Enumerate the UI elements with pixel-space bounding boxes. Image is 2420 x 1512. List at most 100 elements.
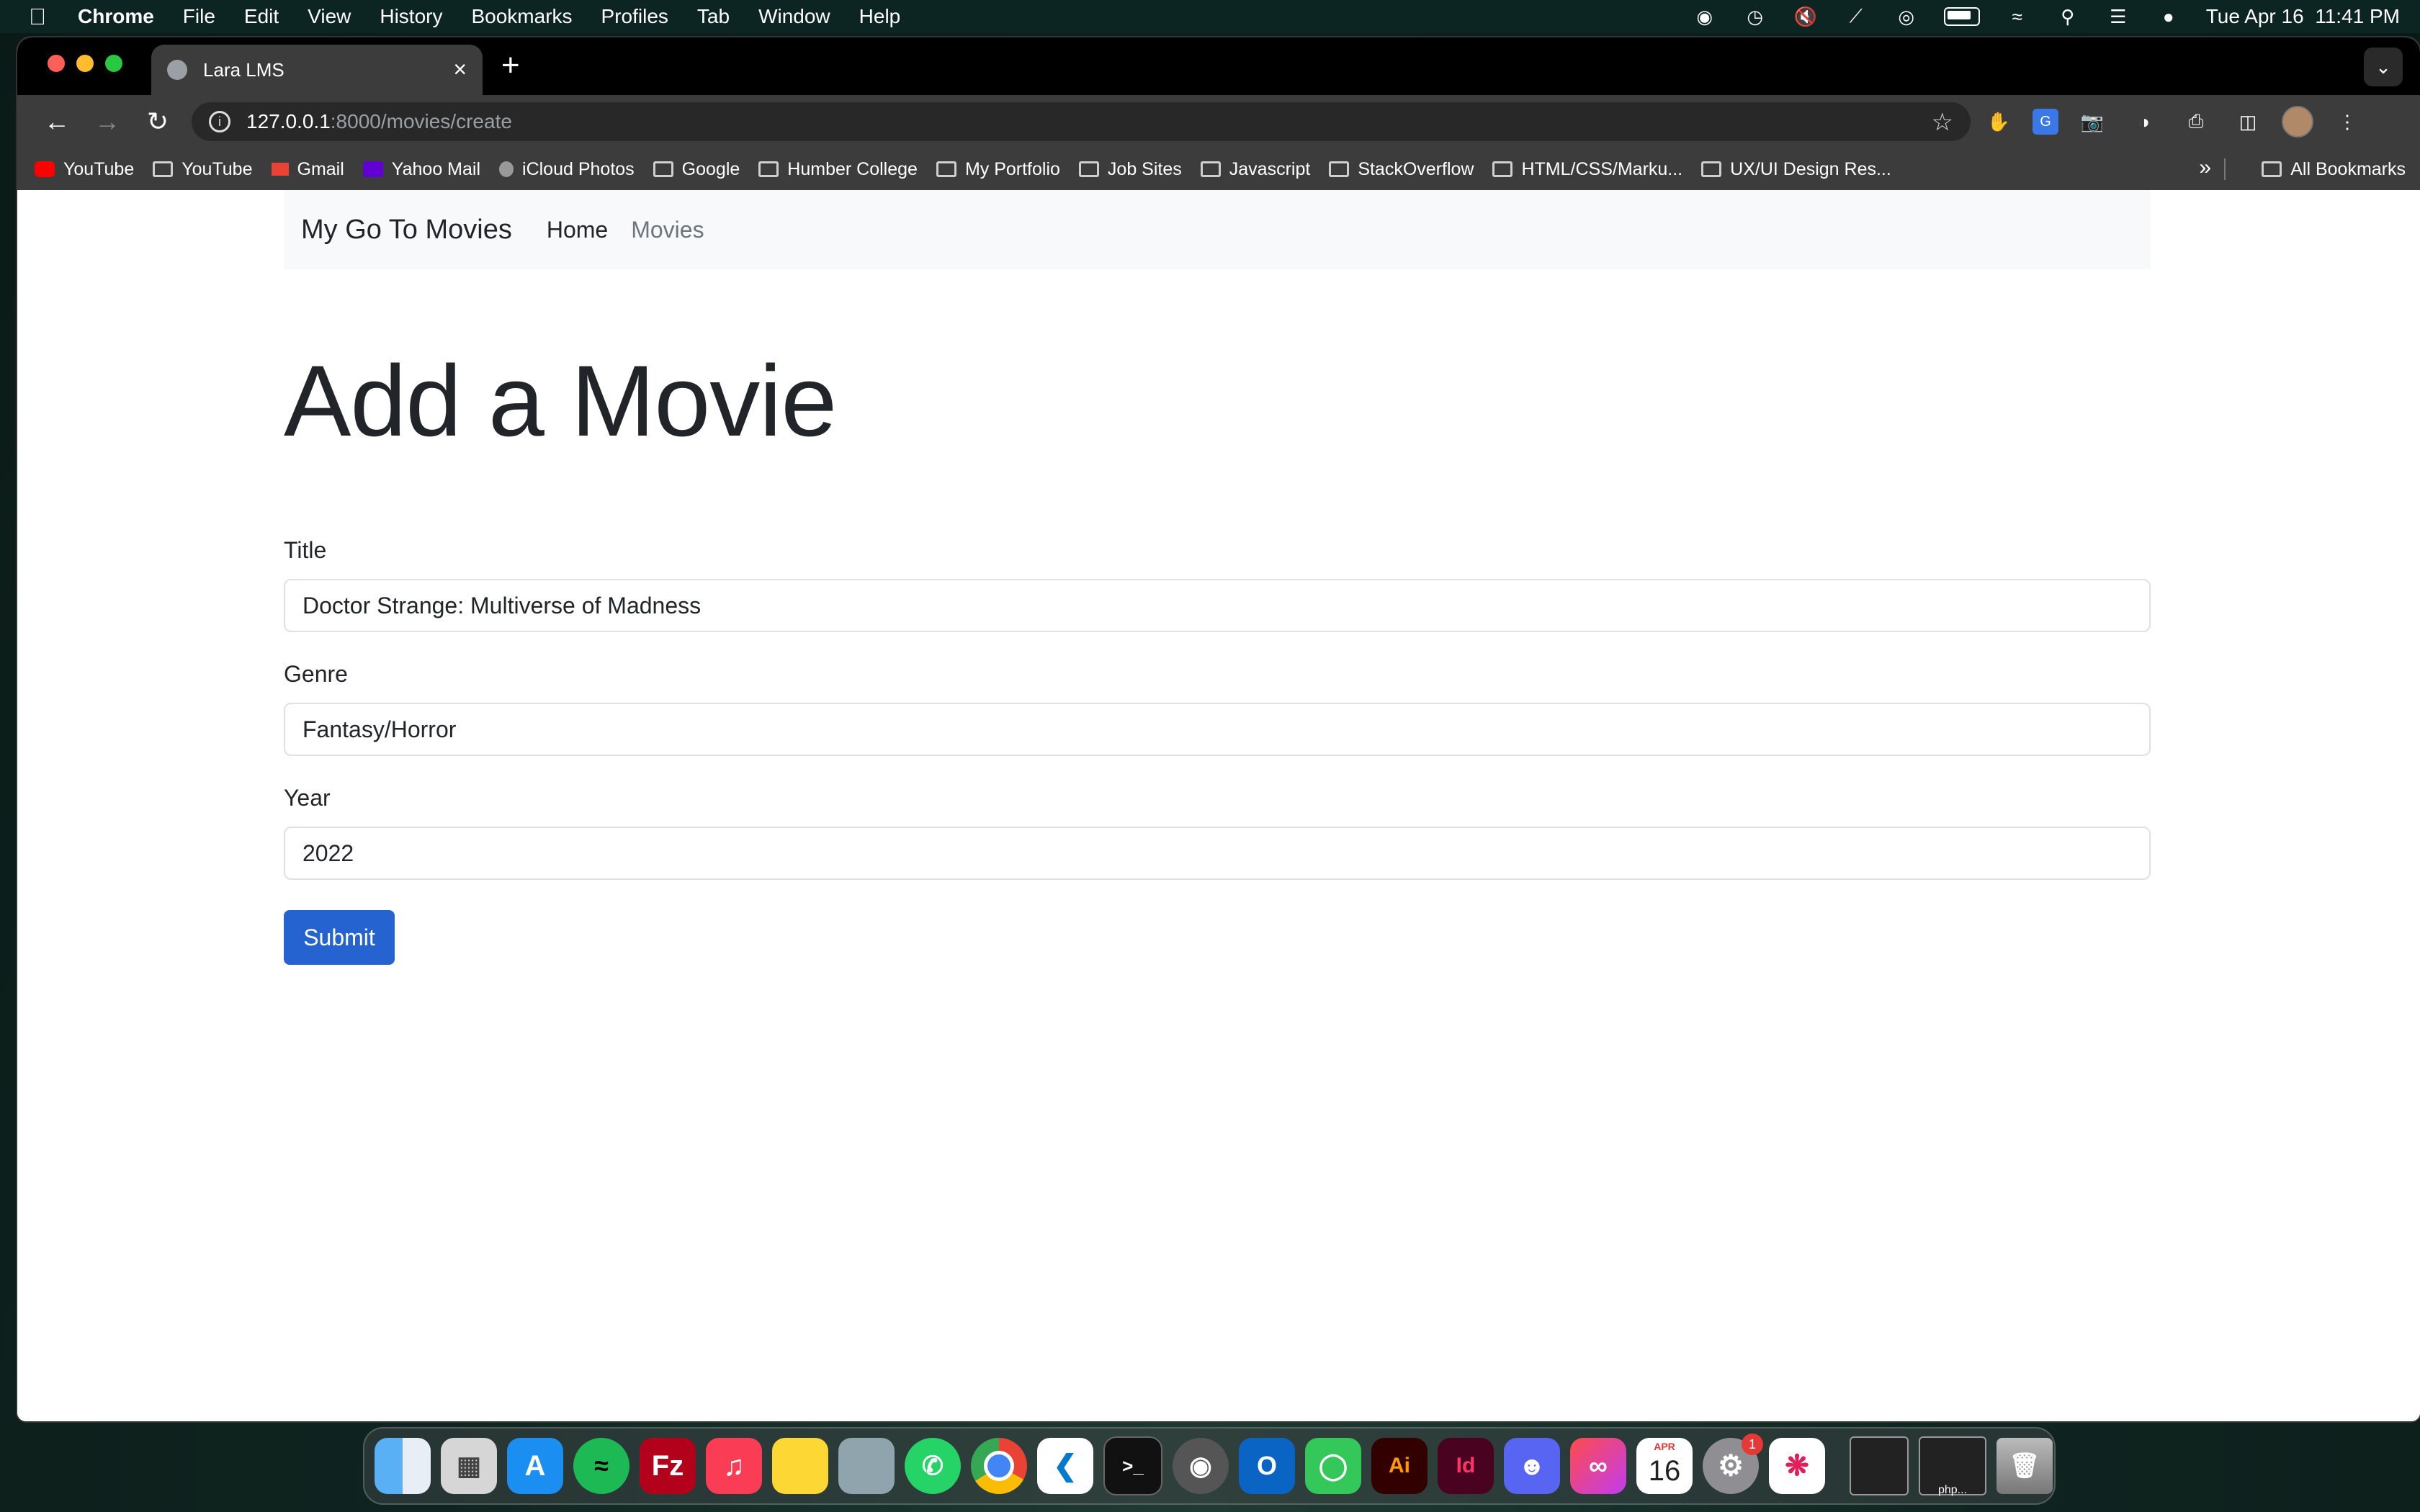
filezilla-icon[interactable]: Fz <box>640 1438 696 1494</box>
time-machine-icon[interactable]: ◷ <box>1742 6 1768 27</box>
battery-icon[interactable] <box>1943 7 1980 26</box>
creative-cloud-app-icon[interactable]: ∞ <box>1570 1438 1626 1494</box>
bookmark-folder-ux-ui[interactable]: UX/UI Design Res... <box>1701 159 1891 180</box>
mute-icon[interactable]: 🔇 <box>1793 6 1819 27</box>
bookmarks-overflow-chevron-icon[interactable]: » <box>2199 156 2211 180</box>
menu-bookmarks[interactable]: Bookmarks <box>471 5 572 28</box>
bookmark-gmail[interactable]: Gmail <box>271 158 344 180</box>
tableplus-icon[interactable]: ◉ <box>1173 1438 1229 1494</box>
airdrop-icon[interactable]: ◎ <box>1894 6 1919 27</box>
menu-file[interactable]: File <box>183 5 215 28</box>
pen-icon[interactable]: ⟋ <box>1843 5 1869 27</box>
calendar-icon[interactable]: APR 16 <box>1636 1438 1693 1494</box>
title-input[interactable]: Doctor Strange: Multiverse of Madness <box>284 579 2151 632</box>
menu-profiles[interactable]: Profiles <box>601 5 668 28</box>
menu-window[interactable]: Window <box>758 5 830 28</box>
siri-icon[interactable]: ● <box>2156 6 2182 27</box>
bookmark-folder-humber[interactable]: Humber College <box>758 159 918 180</box>
genre-label: Genre <box>284 661 348 687</box>
google-translate-icon[interactable]: G <box>2033 109 2058 135</box>
notes-icon[interactable] <box>772 1438 828 1494</box>
profile-avatar[interactable] <box>2282 106 2313 138</box>
tab-search-chevron-icon[interactable]: ⌄ <box>2364 48 2403 86</box>
bookmark-yahoo-mail[interactable]: Yahoo Mail <box>362 159 480 180</box>
creative-cloud-icon[interactable]: ◉ <box>1692 6 1718 27</box>
bookmark-folder-google[interactable]: Google <box>653 159 740 180</box>
bookmark-folder-stackoverflow[interactable]: StackOverflow <box>1329 159 1474 180</box>
preview-icon[interactable] <box>838 1438 895 1494</box>
spotlight-search-icon[interactable]: ⚲ <box>2055 6 2081 27</box>
nav-home-link[interactable]: Home <box>547 217 608 243</box>
vscode-icon[interactable]: ❮ <box>1037 1438 1093 1494</box>
close-window-button[interactable] <box>48 55 65 72</box>
reload-icon[interactable]: ↻ <box>133 107 183 137</box>
messages-icon[interactable]: ◯ <box>1305 1438 1361 1494</box>
site-info-icon[interactable]: i <box>209 111 230 132</box>
extensions-puzzle-icon[interactable]: ◫ <box>2230 104 2266 140</box>
menu-view[interactable]: View <box>308 5 351 28</box>
bookmark-folder-portfolio[interactable]: My Portfolio <box>936 159 1060 180</box>
launchpad-icon[interactable]: ▦ <box>441 1438 497 1494</box>
bookmark-star-icon[interactable]: ☆ <box>1932 108 1953 137</box>
more-menu-icon[interactable]: ⋮ <box>2329 104 2365 140</box>
bookmark-youtube[interactable]: YouTube <box>35 159 134 180</box>
music-icon[interactable]: ♫ <box>706 1438 762 1494</box>
address-bar[interactable]: i 127.0.0.1:8000/movies/create ☆ <box>192 102 1971 141</box>
menu-history[interactable]: History <box>380 5 442 28</box>
close-tab-icon[interactable]: × <box>453 56 467 83</box>
camera-icon[interactable]: 📷 <box>2074 104 2110 140</box>
dark-mode-icon[interactable]: ◑ <box>2126 104 2162 140</box>
indesign-icon[interactable]: Id <box>1438 1438 1494 1494</box>
zoom-window-button[interactable] <box>105 55 122 72</box>
apple-menu-icon[interactable]:  <box>19 4 56 30</box>
submit-button[interactable]: Submit <box>284 910 395 965</box>
browser-window: Lara LMS × + ⌄ ← → ↻ i 127.0.0.1:8000/mo… <box>17 37 2420 1421</box>
minimize-window-button[interactable] <box>76 55 94 72</box>
window-thumbnail-icon[interactable] <box>1850 1436 1909 1495</box>
wifi-icon[interactable]: ≈ <box>2004 6 2030 27</box>
bookmark-label: YouTube <box>182 158 253 179</box>
whatsapp-icon[interactable]: ✆ <box>905 1438 961 1494</box>
web-page: My Go To Movies Home Movies Add a Movie … <box>17 190 2420 1421</box>
terminal-icon[interactable]: >_ <box>1103 1436 1162 1495</box>
forward-arrow-icon[interactable]: → <box>82 107 133 137</box>
menu-help[interactable]: Help <box>859 5 901 28</box>
new-tab-button[interactable]: + <box>501 48 520 84</box>
bookmark-folder-html-css[interactable]: HTML/CSS/Marku... <box>1492 159 1682 180</box>
all-bookmarks[interactable]: All Bookmarks <box>2262 148 2406 190</box>
finder-icon[interactable] <box>375 1438 431 1494</box>
year-input[interactable]: 2022 <box>284 827 2151 880</box>
system-settings-icon[interactable]: ⚙ 1 <box>1703 1434 1763 1494</box>
control-center-icon[interactable]: ☰ <box>2105 6 2131 27</box>
site-brand[interactable]: My Go To Movies <box>301 215 512 246</box>
menu-tab[interactable]: Tab <box>697 5 730 28</box>
calendar-month: APR <box>1654 1441 1675 1452</box>
discord-icon[interactable]: ☻ <box>1504 1438 1560 1494</box>
menu-edit[interactable]: Edit <box>244 5 279 28</box>
bookmark-label: YouTube <box>63 158 135 179</box>
adblock-hand-icon[interactable]: ✋ <box>1981 104 2017 140</box>
print-icon[interactable]: ⎙ <box>2178 104 2214 140</box>
back-arrow-icon[interactable]: ← <box>32 107 82 137</box>
folder-icon <box>2262 161 2282 177</box>
bookmark-label: Javascript <box>1229 158 1311 179</box>
terminal-thumbnail-icon[interactable]: php... <box>1919 1436 1986 1496</box>
nav-movies-link[interactable]: Movies <box>631 217 704 243</box>
folder-icon <box>1078 161 1099 177</box>
bookmark-folder-job-sites[interactable]: Job Sites <box>1078 159 1182 180</box>
spotify-icon[interactable]: ≈ <box>573 1438 629 1494</box>
trash-icon[interactable]: 🗑 <box>1996 1438 2053 1494</box>
slack-icon[interactable]: ❋ <box>1769 1438 1825 1494</box>
bookmark-folder-javascript[interactable]: Javascript <box>1200 158 1311 180</box>
bookmark-folder-youtube[interactable]: YouTube <box>153 158 253 180</box>
tab-active[interactable]: Lara LMS × <box>151 45 483 95</box>
menu-clock[interactable]: Tue Apr 16 11:41 PM <box>2206 5 2400 28</box>
bookmark-label: Gmail <box>297 158 344 179</box>
menu-app-name[interactable]: Chrome <box>78 5 154 28</box>
app-store-icon[interactable]: A <box>507 1438 563 1494</box>
bookmark-icloud-photos[interactable]: iCloud Photos <box>499 159 635 180</box>
illustrator-icon[interactable]: Ai <box>1371 1438 1428 1494</box>
outlook-icon[interactable]: O <box>1239 1438 1295 1494</box>
chrome-icon[interactable] <box>971 1438 1027 1494</box>
genre-input[interactable]: Fantasy/Horror <box>284 703 2151 756</box>
